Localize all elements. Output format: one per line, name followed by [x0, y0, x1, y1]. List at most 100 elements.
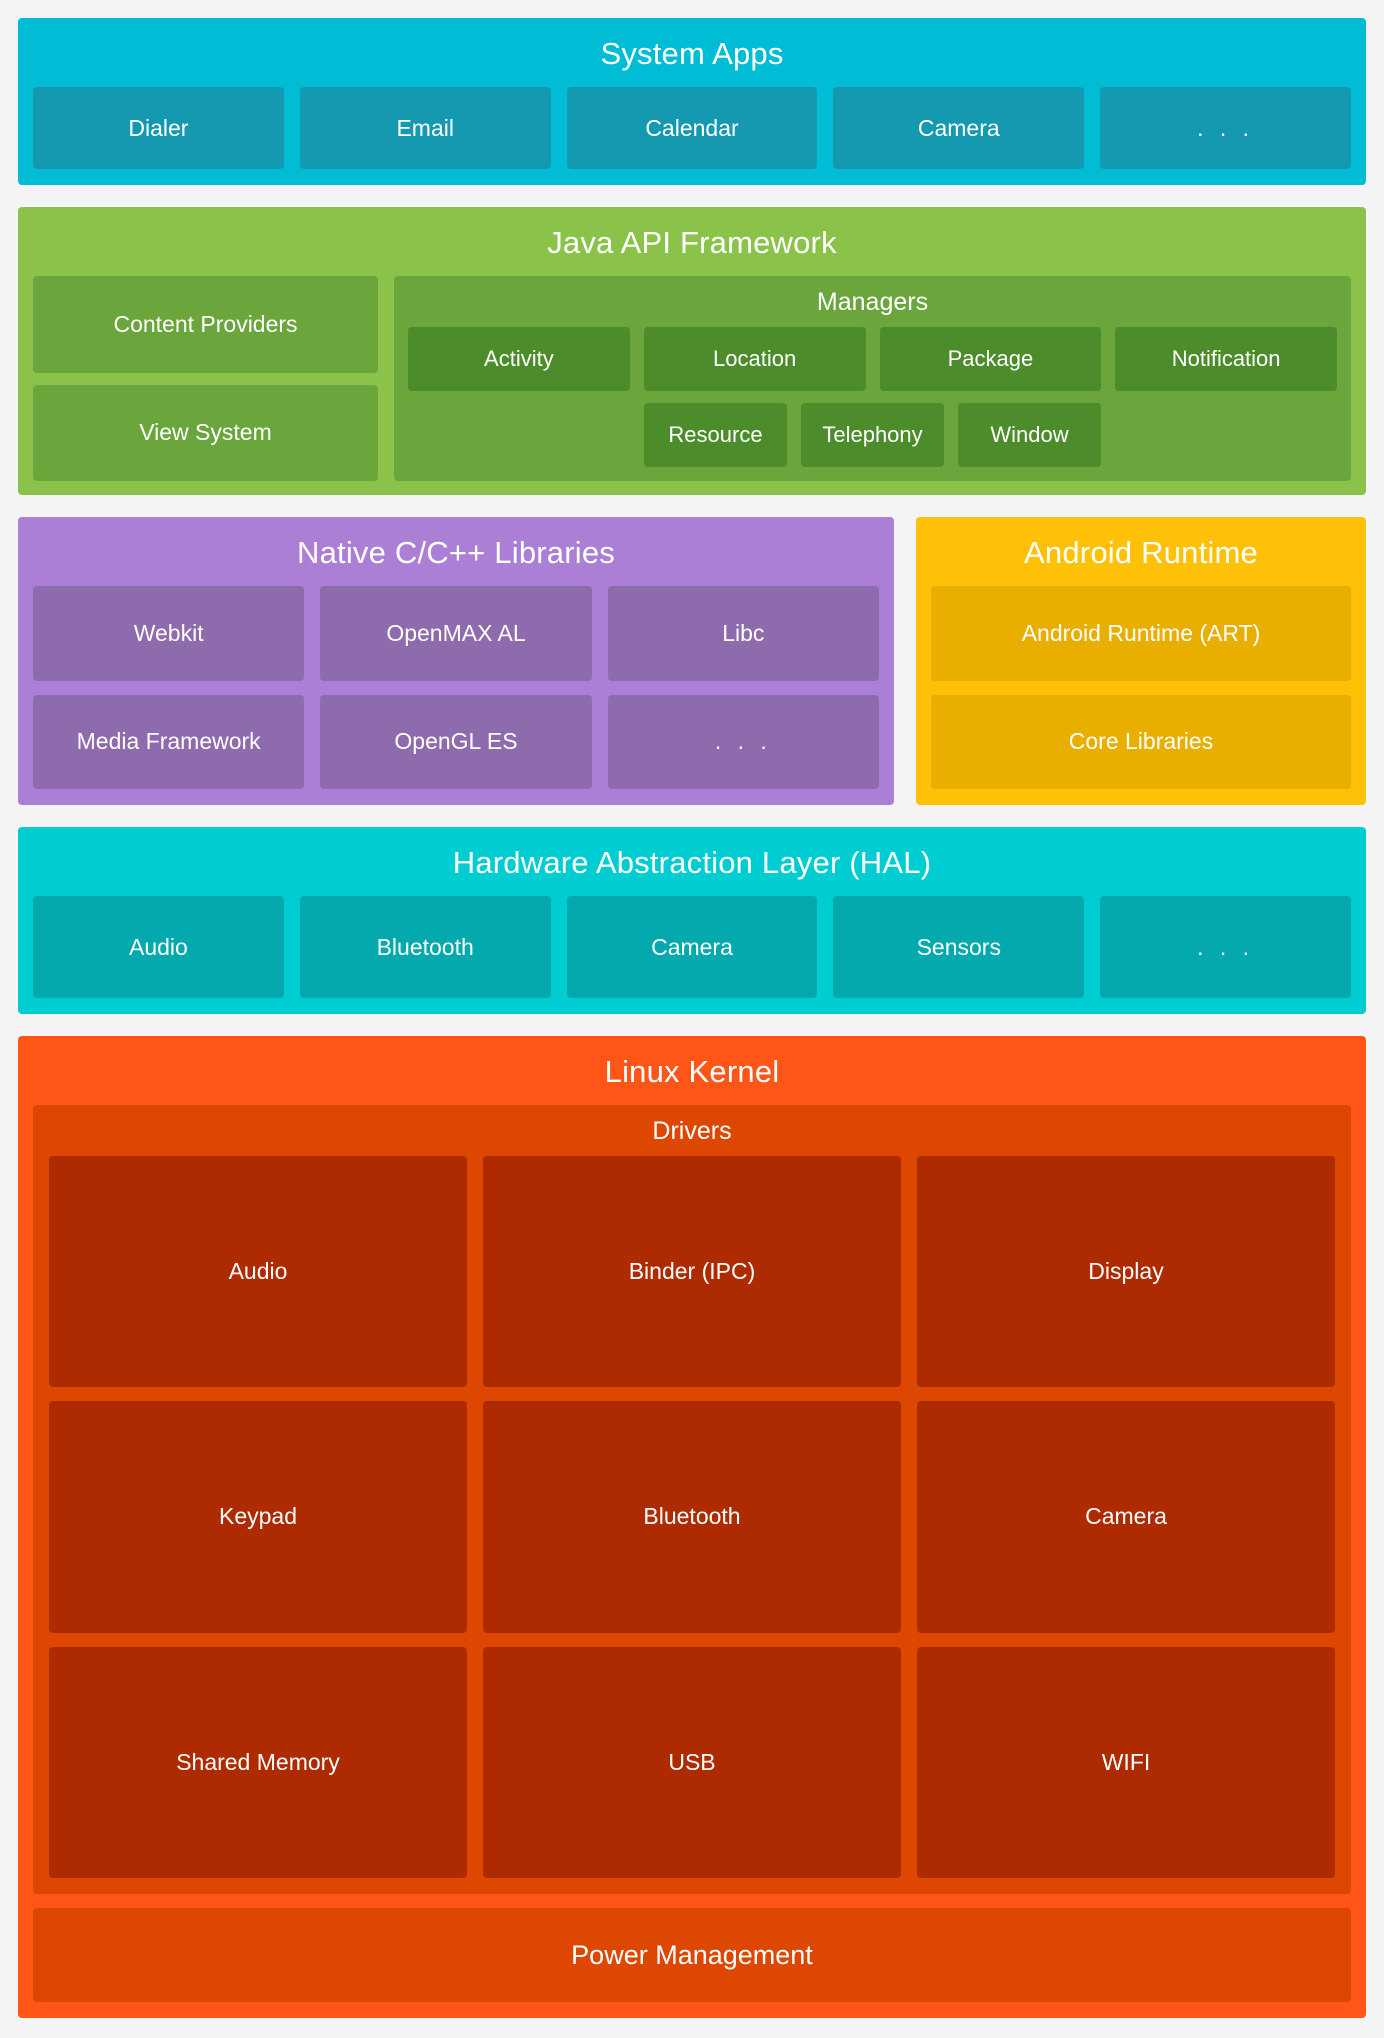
- driver-card-bluetooth[interactable]: Bluetooth: [483, 1401, 901, 1633]
- driver-card-audio[interactable]: Audio: [49, 1156, 467, 1388]
- driver-label: Bluetooth: [643, 1503, 741, 1530]
- native-label: Libc: [722, 619, 765, 646]
- driver-label: USB: [668, 1748, 716, 1775]
- hal-card-more[interactable]: . . .: [1100, 896, 1351, 998]
- managers-row-2: Resource Telephony Window: [394, 391, 1351, 467]
- managers-group: Managers Activity Location Package Notif…: [394, 276, 1351, 481]
- driver-card-keypad[interactable]: Keypad: [49, 1401, 467, 1633]
- manager-label: Package: [947, 346, 1034, 371]
- manager-label: Telephony: [822, 422, 923, 447]
- driver-label: Display: [1088, 1258, 1164, 1285]
- hal-label: Bluetooth: [376, 933, 474, 960]
- manager-card-package[interactable]: Package: [879, 327, 1102, 391]
- native-label: Webkit: [133, 619, 204, 646]
- block-view-system[interactable]: View System: [33, 384, 378, 481]
- block-label: Content Providers: [113, 310, 298, 337]
- architecture-diagram: System Apps Dialer Email Calendar Camera…: [0, 0, 1384, 2038]
- managers-row-1: Activity Location Package Notification: [394, 327, 1351, 391]
- manager-card-resource[interactable]: Resource: [644, 403, 787, 467]
- layer-java-api-framework: Java API Framework Content Providers Vie…: [18, 207, 1366, 495]
- native-label: OpenMAX AL: [386, 619, 526, 646]
- driver-label: Camera: [1085, 1503, 1167, 1530]
- manager-label: Resource: [668, 422, 763, 447]
- layer-title-java-api-framework: Java API Framework: [547, 225, 837, 260]
- layer-title-android-runtime: Android Runtime: [1024, 535, 1258, 570]
- layer-system-apps: System Apps Dialer Email Calendar Camera…: [18, 18, 1366, 185]
- native-card-libc[interactable]: Libc: [607, 586, 879, 681]
- native-card-opengl-es[interactable]: OpenGL ES: [320, 694, 592, 789]
- power-management-block[interactable]: Power Management: [33, 1908, 1351, 2002]
- android-runtime-row-1: Android Runtime (ART): [916, 586, 1366, 681]
- manager-label: Notification: [1171, 346, 1281, 371]
- block-label: View System: [139, 419, 272, 446]
- native-card-openmax-al[interactable]: OpenMAX AL: [320, 586, 592, 681]
- driver-label: Binder (IPC): [628, 1258, 756, 1285]
- manager-card-location[interactable]: Location: [643, 327, 866, 391]
- layer-title-linux-kernel: Linux Kernel: [604, 1054, 780, 1089]
- driver-card-usb[interactable]: USB: [483, 1646, 901, 1878]
- block-content-providers[interactable]: Content Providers: [33, 276, 378, 373]
- app-card-calendar[interactable]: Calendar: [566, 87, 818, 169]
- layer-linux-kernel: Linux Kernel Drivers Audio Binder (IPC) …: [18, 1036, 1366, 2018]
- app-card-label: Camera: [917, 114, 1000, 141]
- system-apps-row: Dialer Email Calendar Camera . . .: [18, 87, 1366, 185]
- native-label: OpenGL ES: [394, 728, 518, 755]
- ellipsis-label: . . .: [1197, 114, 1255, 141]
- hal-card-audio[interactable]: Audio: [33, 896, 284, 998]
- hal-label: Audio: [128, 933, 188, 960]
- driver-label: WIFI: [1101, 1748, 1151, 1775]
- manager-card-telephony[interactable]: Telephony: [801, 403, 944, 467]
- app-card-more[interactable]: . . .: [1100, 87, 1351, 169]
- layer-title-system-apps: System Apps: [600, 36, 784, 71]
- driver-card-camera[interactable]: Camera: [917, 1401, 1335, 1633]
- runtime-label: Core Libraries: [1068, 728, 1214, 755]
- driver-label: Shared Memory: [176, 1748, 340, 1775]
- layer-android-runtime: Android Runtime Android Runtime (ART) Co…: [916, 517, 1366, 805]
- hal-card-camera[interactable]: Camera: [566, 896, 818, 998]
- hal-label: Sensors: [916, 933, 1001, 960]
- driver-label: Audio: [228, 1258, 288, 1285]
- native-card-webkit[interactable]: Webkit: [33, 586, 305, 681]
- runtime-label: Android Runtime (ART): [1021, 619, 1261, 646]
- power-management-label: Power Management: [571, 1939, 813, 1970]
- app-card-label: Calendar: [645, 114, 739, 141]
- driver-card-display[interactable]: Display: [917, 1156, 1335, 1388]
- driver-label: Keypad: [218, 1503, 297, 1530]
- drivers-title: Drivers: [652, 1117, 732, 1145]
- hal-card-sensors[interactable]: Sensors: [833, 896, 1085, 998]
- native-libraries-row-1: Webkit OpenMAX AL Libc: [18, 586, 894, 681]
- middle-band: Native C/C++ Libraries Webkit OpenMAX AL…: [18, 517, 1366, 805]
- layer-title-native-libraries: Native C/C++ Libraries: [297, 535, 615, 570]
- java-api-left-column: Content Providers View System: [33, 276, 378, 481]
- manager-label: Location: [713, 346, 797, 371]
- manager-card-notification[interactable]: Notification: [1115, 327, 1337, 391]
- layer-title-hal: Hardware Abstraction Layer (HAL): [452, 845, 932, 880]
- native-libraries-row-2: Media Framework OpenGL ES . . .: [18, 681, 894, 789]
- java-api-body: Content Providers View System Managers A…: [18, 276, 1366, 481]
- driver-card-shared-memory[interactable]: Shared Memory: [49, 1646, 467, 1878]
- drivers-row-1: Audio Binder (IPC) Display: [33, 1156, 1351, 1388]
- android-runtime-row-2: Core Libraries: [916, 681, 1366, 789]
- manager-label: Window: [990, 422, 1069, 447]
- hal-card-bluetooth[interactable]: Bluetooth: [299, 896, 551, 998]
- driver-card-binder-ipc[interactable]: Binder (IPC): [483, 1156, 901, 1388]
- hal-label: Camera: [651, 933, 733, 960]
- manager-card-window[interactable]: Window: [958, 403, 1101, 467]
- app-card-label: Dialer: [128, 114, 189, 141]
- managers-title: Managers: [816, 288, 929, 316]
- runtime-card-art[interactable]: Android Runtime (ART): [931, 586, 1351, 681]
- native-card-media-framework[interactable]: Media Framework: [33, 694, 305, 789]
- drivers-row-3: Shared Memory USB WIFI: [33, 1633, 1351, 1878]
- runtime-card-core-libraries[interactable]: Core Libraries: [931, 694, 1351, 789]
- app-card-dialer[interactable]: Dialer: [33, 87, 284, 169]
- ellipsis-label: . . .: [1197, 933, 1255, 960]
- driver-card-wifi[interactable]: WIFI: [917, 1646, 1335, 1878]
- ellipsis-label: . . .: [714, 728, 772, 755]
- app-card-email[interactable]: Email: [299, 87, 551, 169]
- layer-hardware-abstraction: Hardware Abstraction Layer (HAL) Audio B…: [18, 827, 1366, 1014]
- drivers-group: Drivers Audio Binder (IPC) Display Keypa…: [33, 1105, 1351, 1894]
- manager-card-activity[interactable]: Activity: [408, 327, 630, 391]
- native-card-more[interactable]: . . .: [607, 694, 879, 789]
- hal-row: Audio Bluetooth Camera Sensors . . .: [18, 896, 1366, 1014]
- app-card-camera[interactable]: Camera: [833, 87, 1085, 169]
